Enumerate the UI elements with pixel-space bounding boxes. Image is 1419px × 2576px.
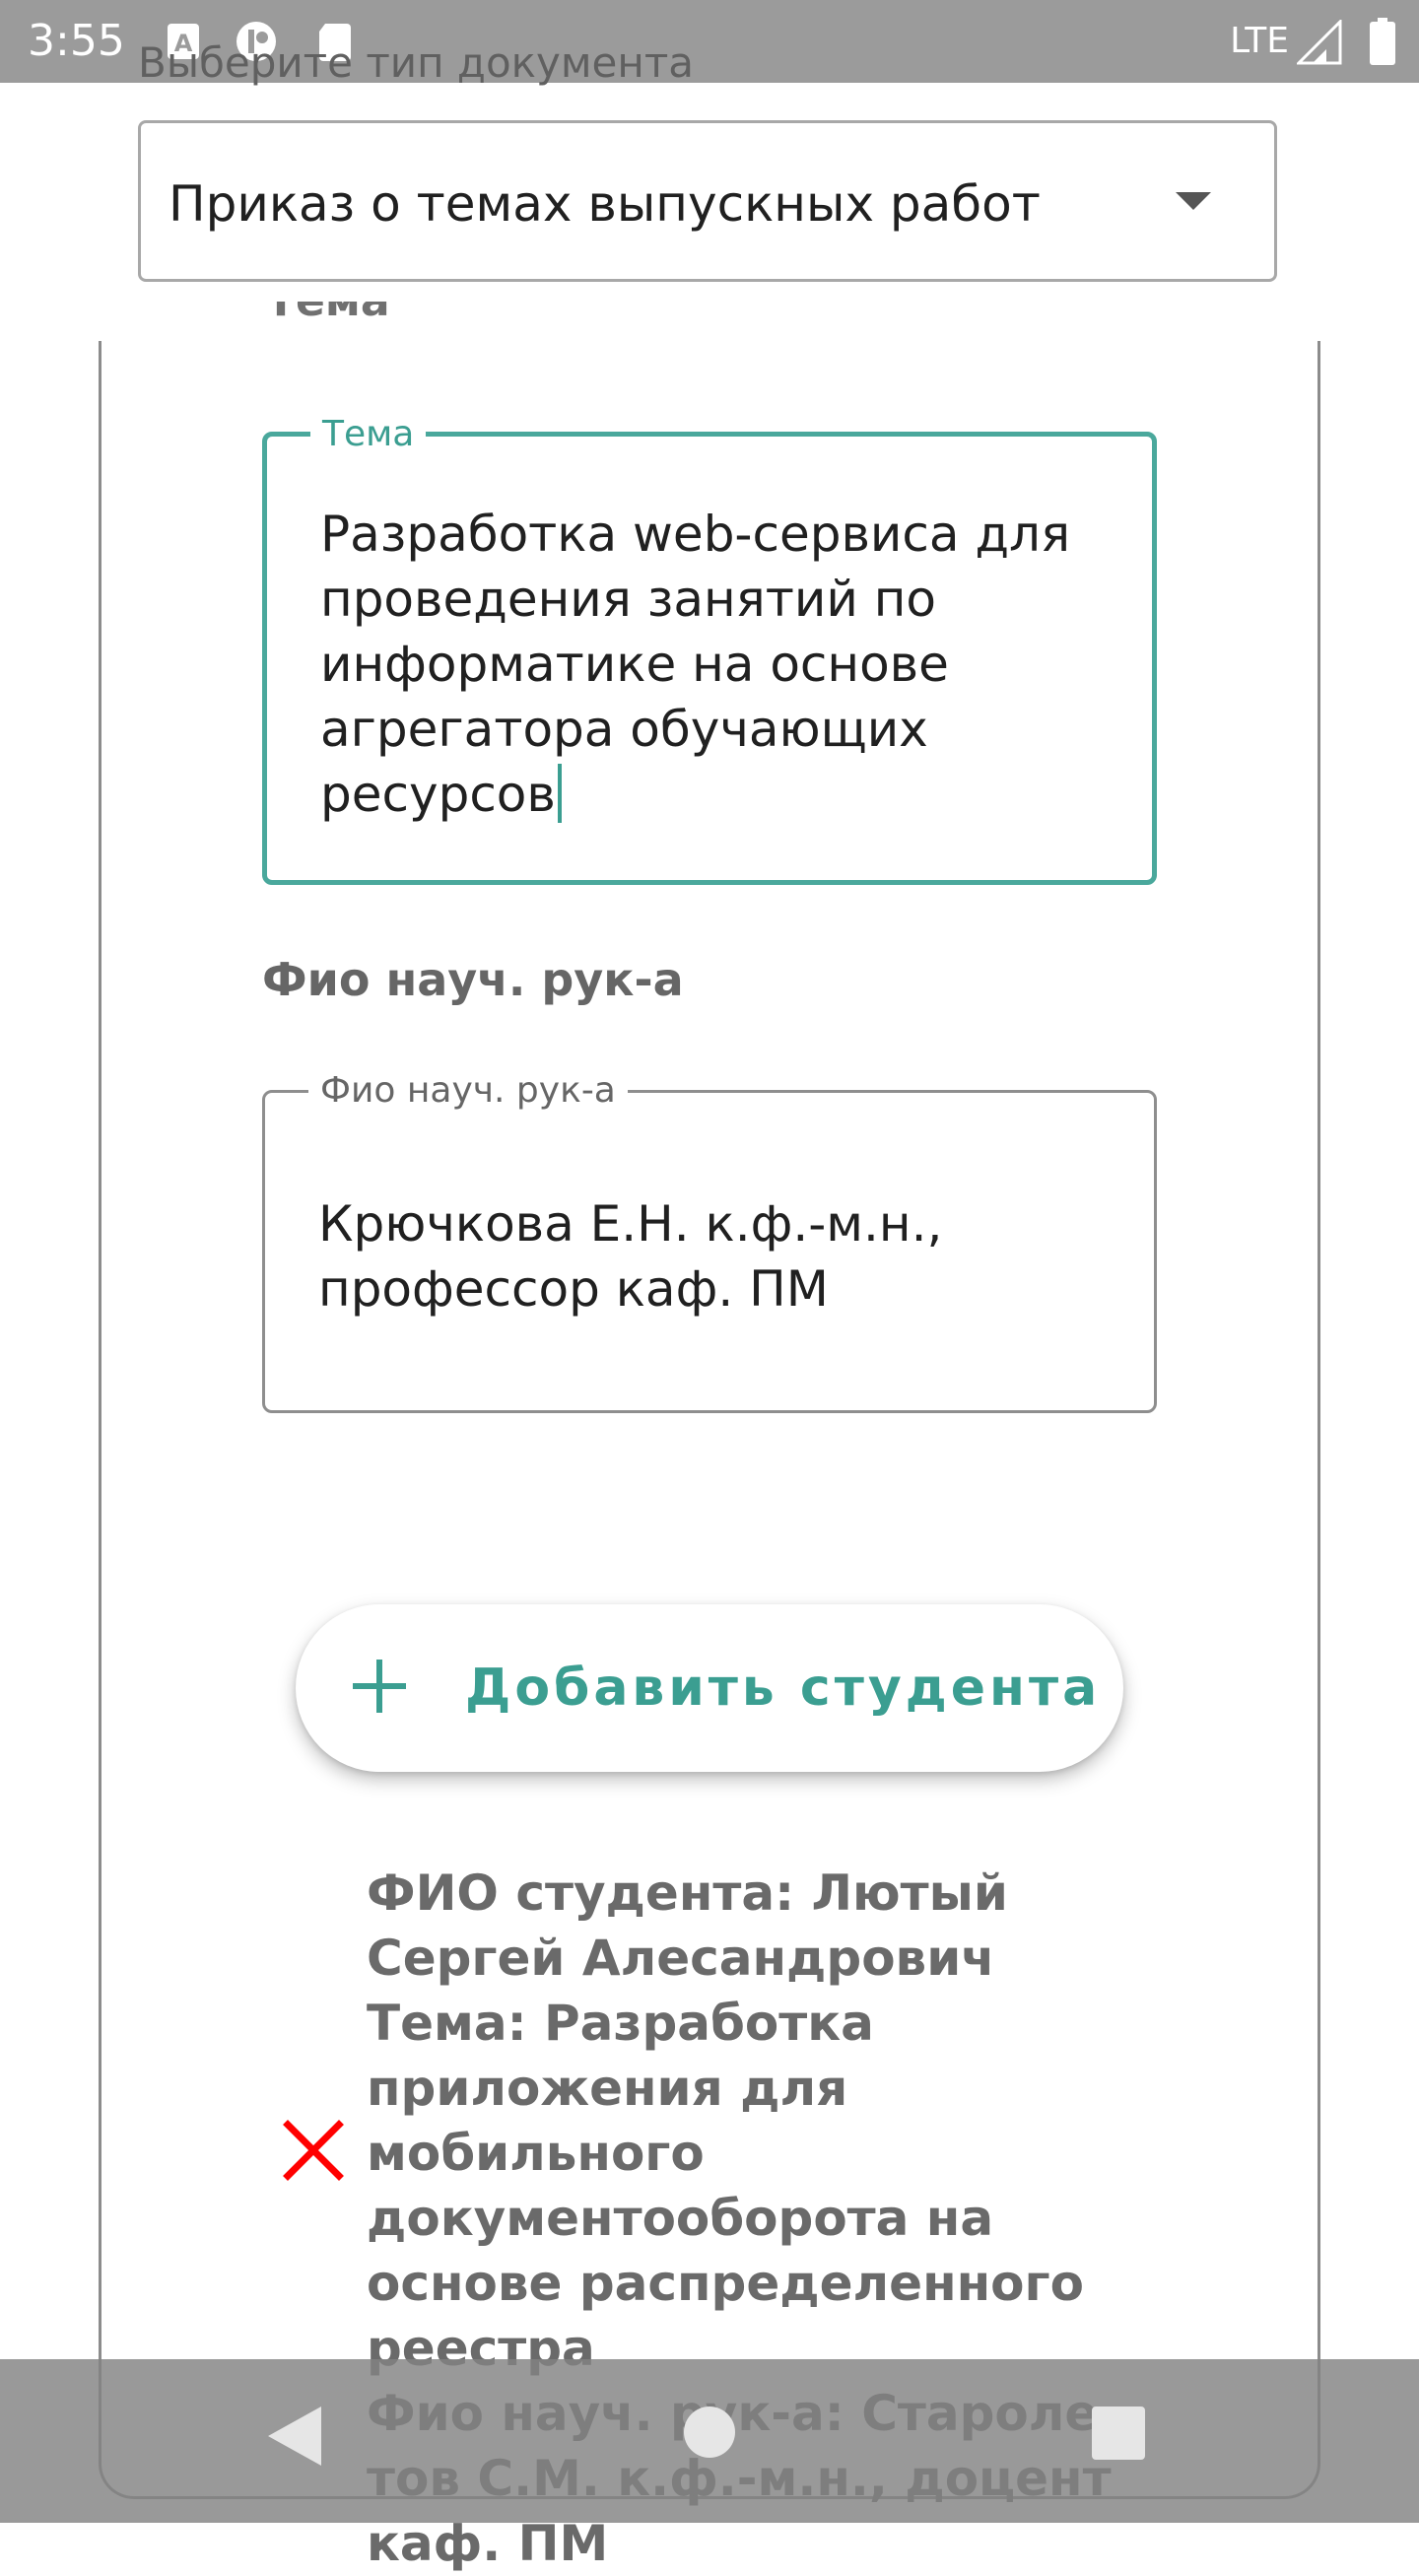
status-time: 3:55 <box>28 16 125 66</box>
home-icon[interactable] <box>684 2407 735 2458</box>
student-name: ФИО студента: Лютый Сергей Алесандрович <box>367 1864 1008 1987</box>
add-student-label: Добавить студента <box>465 1659 1102 1718</box>
supervisor-field[interactable]: Фио науч. рук-а Крючкова Е.Н. к.ф.-м.н.,… <box>262 1069 1157 1413</box>
document-type-label: Выберите тип документа <box>138 38 695 87</box>
add-student-button[interactable]: Добавить студента <box>296 1604 1123 1772</box>
recents-icon[interactable] <box>1092 2407 1145 2460</box>
topic-field-legend: Тема <box>310 413 427 456</box>
signal-icon <box>1297 20 1342 65</box>
supervisor-field-value[interactable]: Крючкова Е.Н. к.ф.-м.н., профессор каф. … <box>318 1191 1115 1322</box>
back-icon[interactable] <box>268 2407 321 2466</box>
student-topic: Тема: Разработка приложения для мобильно… <box>367 1995 1085 2377</box>
plus-icon <box>353 1660 406 1713</box>
supervisor-field-legend: Фио науч. рук-а <box>308 1069 628 1113</box>
network-type: LTE <box>1230 21 1289 61</box>
dropdown-arrow-icon <box>1176 192 1211 210</box>
document-type-value: Приказ о темах выпускных работ <box>169 175 1041 233</box>
document-type-select[interactable]: Приказ о темах выпускных работ <box>138 120 1277 282</box>
topic-section-label: Тема <box>266 302 414 341</box>
navigation-bar <box>0 2359 1419 2523</box>
battery-icon <box>1370 18 1395 65</box>
text-cursor <box>557 764 562 823</box>
remove-student-icon[interactable] <box>282 2119 345 2182</box>
topic-field[interactable]: Тема Разработка web-сервиса для проведен… <box>262 413 1157 885</box>
topic-field-value[interactable]: Разработка web-сервиса для проведения за… <box>320 502 1113 827</box>
supervisor-section-label: Фио науч. рук-а <box>262 953 684 1006</box>
